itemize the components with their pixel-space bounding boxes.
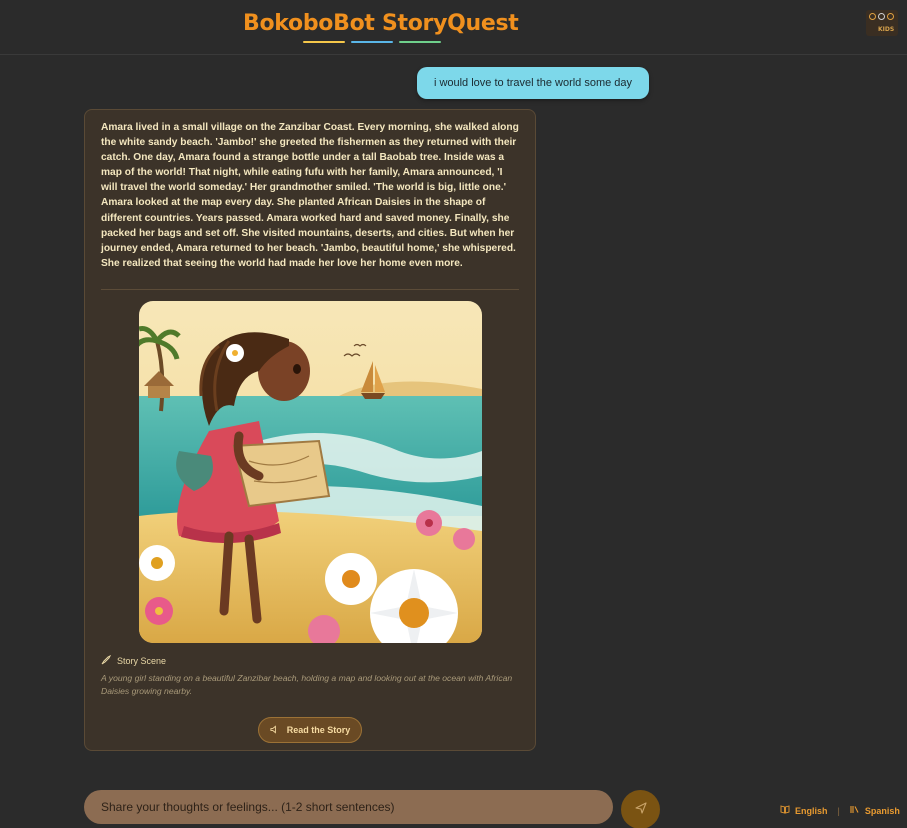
language-label-english: English <box>795 805 828 816</box>
language-label-spanish: Spanish <box>864 805 900 816</box>
send-button[interactable] <box>621 790 660 828</box>
language-option-english[interactable]: English <box>780 805 828 816</box>
card-divider <box>101 289 519 290</box>
user-message-bubble: i would love to travel the world some da… <box>417 67 649 99</box>
read-story-label: Read the Story <box>286 725 351 735</box>
language-separator: | <box>837 805 840 816</box>
app-header: BokoboBot StoryQuest KIDS <box>0 0 907 55</box>
story-scene-label: Story Scene <box>101 654 167 667</box>
bot-response-card: Amara lived in a small village on the Za… <box>84 109 536 751</box>
paint-brush-icon <box>101 654 112 667</box>
kids-logo-text: KIDS <box>878 26 895 33</box>
scene-label-text: Story Scene <box>117 656 167 666</box>
story-scene-image <box>139 301 482 643</box>
send-icon <box>634 801 647 819</box>
speaker-icon <box>270 724 279 736</box>
app-title: BokoboBot StoryQuest <box>243 11 519 36</box>
books-icon <box>850 805 860 816</box>
story-text: Amara lived in a small village on the Za… <box>101 122 519 269</box>
title-underline-yellow <box>303 41 345 43</box>
message-input[interactable] <box>84 790 613 824</box>
book-icon <box>780 805 790 816</box>
story-scene-description: A young girl standing on a beautiful Zan… <box>101 673 513 696</box>
language-option-spanish[interactable]: Spanish <box>850 805 900 816</box>
language-selector: English | Spanish <box>780 805 900 816</box>
title-underline-green <box>399 41 441 43</box>
read-story-button[interactable]: Read the Story <box>258 717 362 743</box>
kids-logo[interactable]: KIDS <box>866 10 898 36</box>
title-underline-blue <box>351 41 393 43</box>
